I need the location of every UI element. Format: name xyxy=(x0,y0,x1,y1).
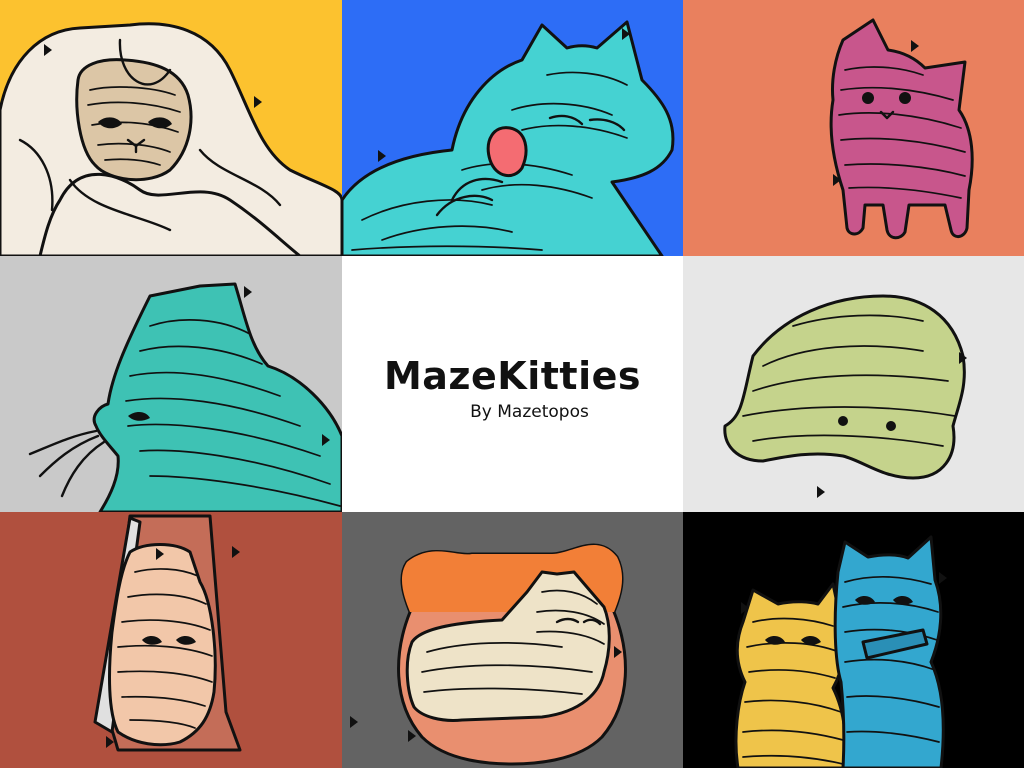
kitten-in-book-illustration xyxy=(93,514,242,752)
tile-kitten-upside-down xyxy=(683,256,1024,512)
cat-profile-illustration xyxy=(28,282,342,512)
tile-kitten-in-book xyxy=(0,512,342,768)
tile-kitten-sitting xyxy=(683,0,1024,256)
kitten-lying-illustration xyxy=(350,543,627,766)
kitten-licking-illustration xyxy=(342,20,675,256)
tile-title: MazeKitties By Mazetopos xyxy=(342,256,683,512)
kitten-sitting-illustration xyxy=(829,18,974,240)
maze-kitties-grid: MazeKitties By Mazetopos xyxy=(0,0,1024,768)
tile-cat-profile xyxy=(0,256,342,512)
two-kittens-illustration xyxy=(734,535,947,768)
tile-kitten-in-blanket xyxy=(0,0,342,256)
page-title: MazeKitties xyxy=(383,354,642,398)
tile-kitten-licking xyxy=(342,0,683,256)
kitten-upside-down-illustration xyxy=(723,294,967,498)
tile-kitten-lying xyxy=(342,512,683,768)
kitten-in-blanket-illustration xyxy=(0,22,342,256)
page-subtitle: By Mazetopos xyxy=(470,402,589,422)
tile-two-kittens xyxy=(683,512,1024,768)
